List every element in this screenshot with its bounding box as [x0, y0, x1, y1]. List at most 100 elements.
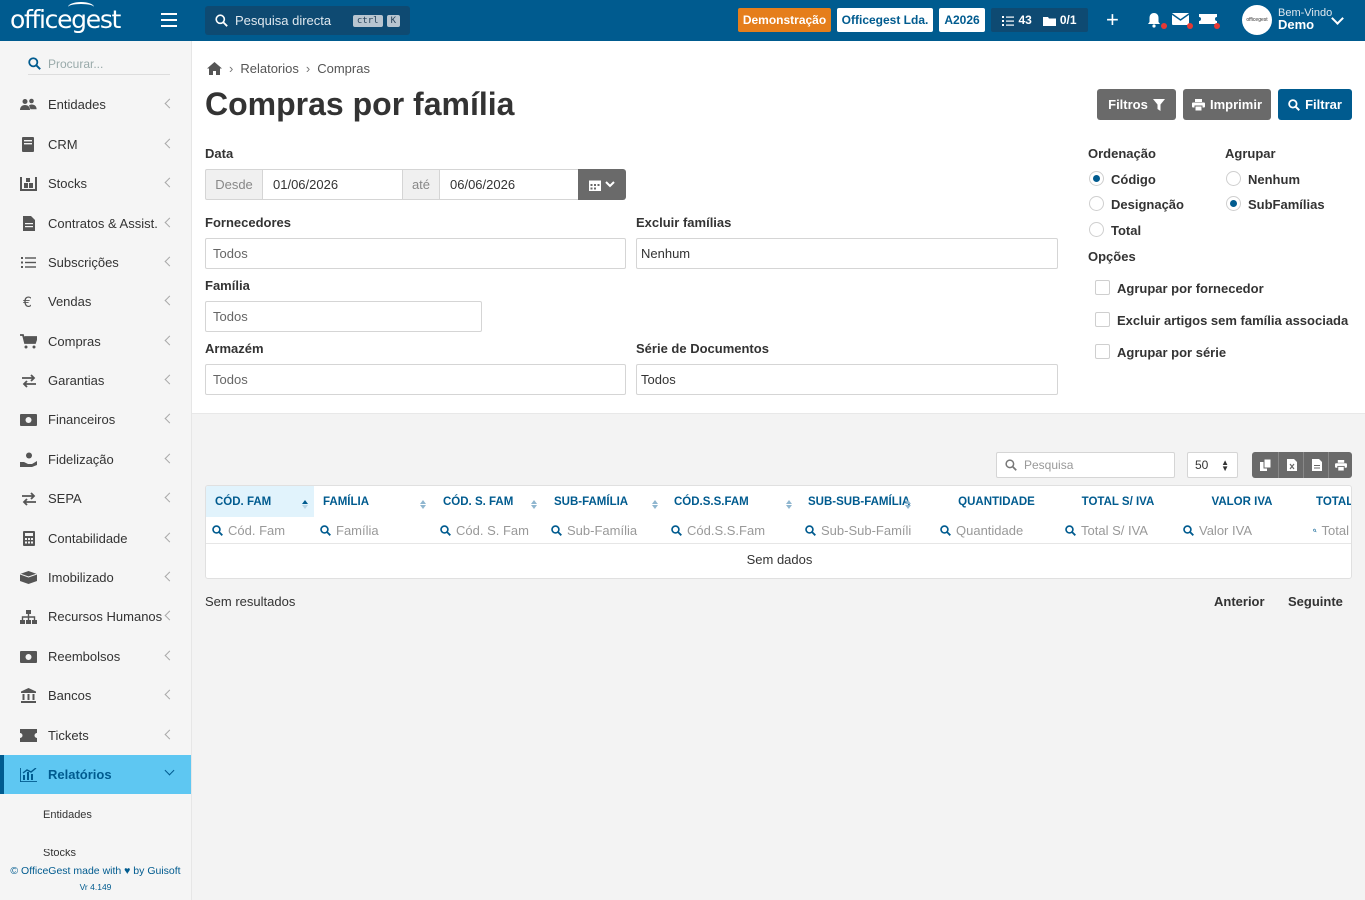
column-filter-input[interactable]: Quantidade [940, 517, 1055, 543]
exclude-families-select[interactable]: Nenhum [636, 238, 1058, 269]
sort-designation-label[interactable]: Designação [1111, 197, 1184, 212]
sidebar-item-stocks[interactable]: Stocks [0, 164, 191, 203]
menu-toggle-icon[interactable] [161, 13, 177, 27]
notifications-icon[interactable] [1146, 12, 1167, 29]
sidebar-item-contabilidade[interactable]: Contabilidade [0, 519, 191, 558]
copy-button[interactable] [1252, 452, 1278, 478]
sidebar-item-contratos-assist[interactable]: Contratos & Assist. [0, 204, 191, 243]
logo[interactable]: officegest [10, 2, 121, 34]
column-filter-input[interactable]: Sub-Família [551, 517, 661, 543]
excel-button[interactable] [1278, 452, 1304, 478]
group-none-label[interactable]: Nenhum [1248, 172, 1300, 187]
group-subfamilies-label[interactable]: SubFamílias [1248, 197, 1325, 212]
column-filter-input[interactable]: Sub-Sub-Famíli [805, 517, 930, 543]
sidebar-item-relatorios[interactable]: Relatórios [0, 755, 191, 794]
date-to-input[interactable]: 06/06/2026 [439, 169, 579, 200]
column-header[interactable]: CÓD. FAM [206, 486, 314, 517]
column-filter-input[interactable]: Cód. Fam [212, 517, 310, 543]
column-filter-input[interactable]: Total S/ IVA [1065, 517, 1173, 543]
suppliers-select[interactable]: Todos [205, 238, 626, 269]
doc-series-select[interactable]: Todos [636, 364, 1058, 395]
home-icon[interactable] [207, 62, 222, 75]
filters-button[interactable]: Filtros [1097, 89, 1176, 120]
chevron-down-icon[interactable] [1331, 12, 1344, 25]
group-none-radio[interactable] [1226, 171, 1241, 186]
column-header[interactable]: TOTAL S/ IVA [1059, 486, 1177, 517]
sidebar-item-fidelizacao[interactable]: Fidelização [0, 440, 191, 479]
column-header[interactable]: CÓD.S.S.FAM [665, 486, 799, 517]
sort-designation-radio[interactable] [1089, 196, 1104, 211]
sidebar-subitem-stocks[interactable]: Stocks [43, 849, 76, 858]
add-icon[interactable]: + [1106, 7, 1119, 33]
print-button[interactable]: Imprimir [1183, 89, 1271, 120]
sidebar-item-recursos-humanos[interactable]: Recursos Humanos [0, 597, 191, 636]
column-filter-input[interactable]: Família [320, 517, 430, 543]
mail-icon[interactable] [1171, 12, 1193, 29]
pdf-button[interactable] [1303, 452, 1329, 478]
avatar[interactable]: officegest [1242, 5, 1272, 35]
demo-badge[interactable]: Demonstração [738, 8, 831, 32]
column-filter-input[interactable]: Cód. S. Fam [440, 517, 541, 543]
sort-icon[interactable] [652, 497, 658, 509]
page-size-select[interactable]: 50 ▲ ▼ [1187, 452, 1238, 478]
next-page-button[interactable]: Seguinte [1288, 594, 1343, 609]
user-menu[interactable]: Bem-Vindo Demo [1278, 7, 1332, 31]
docs-counter[interactable]: 0/1 [1042, 13, 1077, 27]
group-by-series-label[interactable]: Agrupar por série [1117, 345, 1226, 360]
sidebar-item-tickets[interactable]: Tickets [0, 716, 191, 755]
date-from-input[interactable]: 01/06/2026 [262, 169, 403, 200]
column-header[interactable]: SUB-FAMÍLIA [545, 486, 665, 517]
year-badge[interactable]: A2026 [939, 8, 985, 32]
sidebar-item-bancos[interactable]: Bancos [0, 676, 191, 715]
sidebar-item-subscricoes[interactable]: Subscrições [0, 243, 191, 282]
sidebar-item-vendas[interactable]: € Vendas [0, 282, 191, 321]
breadcrumb-compras[interactable]: Compras [317, 61, 370, 76]
sort-icon[interactable] [420, 497, 426, 509]
sort-icon[interactable] [302, 497, 308, 509]
sidebar-item-reembolsos[interactable]: Reembolsos [0, 637, 191, 676]
ticket-alert-icon[interactable] [1199, 12, 1220, 29]
sort-code-radio[interactable] [1089, 171, 1104, 186]
previous-page-button[interactable]: Anterior [1214, 594, 1265, 609]
print-table-button[interactable] [1328, 452, 1352, 478]
exclude-no-family-label[interactable]: Excluir artigos sem família associada [1117, 313, 1348, 328]
sidebar-item-garantias[interactable]: Garantias [0, 361, 191, 400]
warehouse-select[interactable]: Todos [205, 364, 626, 395]
exclude-no-family-checkbox[interactable] [1095, 312, 1110, 327]
column-header[interactable]: QUANTIDADE [934, 486, 1059, 517]
sort-icon[interactable] [905, 497, 911, 509]
column-header[interactable]: FAMÍLIA [314, 486, 434, 517]
tasks-badge[interactable]: 43 0/1 [991, 8, 1088, 32]
sort-icon[interactable] [531, 497, 537, 509]
global-search-input[interactable]: Pesquisa directa ctrl K [205, 6, 410, 35]
sidebar-item-entidades[interactable]: Entidades [0, 85, 191, 124]
group-by-supplier-checkbox[interactable] [1095, 280, 1110, 295]
sidebar-item-imobilizado[interactable]: Imobilizado [0, 558, 191, 597]
column-header[interactable]: VALOR IVA [1177, 486, 1307, 517]
sidebar-subitem-entidades[interactable]: Entidades [43, 809, 92, 821]
calendar-button[interactable] [578, 169, 626, 200]
sort-total-label[interactable]: Total [1111, 223, 1141, 238]
column-header[interactable]: CÓD. S. FAM [434, 486, 545, 517]
sort-total-radio[interactable] [1089, 222, 1104, 237]
group-by-supplier-label[interactable]: Agrupar por fornecedor [1117, 281, 1264, 296]
group-subfamilies-radio[interactable] [1226, 196, 1241, 211]
company-badge[interactable]: Officegest Lda. [837, 8, 933, 32]
breadcrumb-relatorios[interactable]: Relatorios [240, 61, 299, 76]
sidebar-item-sepa[interactable]: SEPA [0, 479, 191, 518]
sidebar-item-financeiros[interactable]: Financeiros [0, 400, 191, 439]
column-filter-input[interactable]: Valor IVA [1183, 517, 1303, 543]
group-by-series-checkbox[interactable] [1095, 344, 1110, 359]
column-filter-input[interactable]: Total [1313, 517, 1349, 543]
column-filter-input[interactable]: Cód.S.S.Fam [671, 517, 795, 543]
family-select[interactable]: Todos [205, 301, 482, 332]
apply-filter-button[interactable]: Filtrar [1278, 89, 1352, 120]
sidebar-search-input[interactable]: Procurar... [28, 53, 170, 75]
column-header[interactable]: TOTAL [1307, 486, 1351, 517]
sort-code-label[interactable]: Código [1111, 172, 1156, 187]
tasks-counter[interactable]: 43 [1002, 13, 1032, 27]
sidebar-item-crm[interactable]: CRM [0, 125, 191, 164]
sidebar-item-compras[interactable]: Compras [0, 322, 191, 361]
sort-icon[interactable] [786, 497, 792, 509]
column-header[interactable]: SUB-SUB-FAMÍLIA [799, 486, 934, 517]
